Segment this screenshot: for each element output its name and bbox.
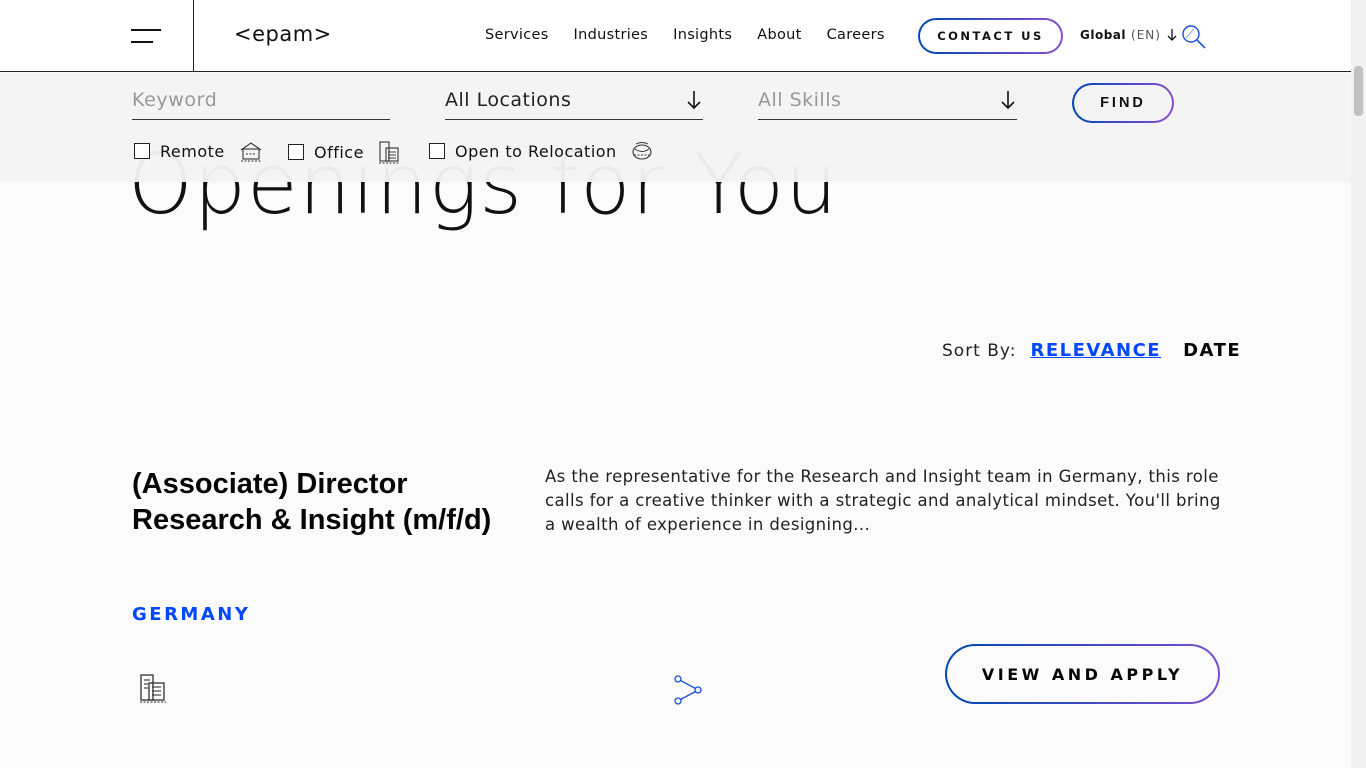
- remote-checkbox[interactable]: Remote: [134, 140, 263, 162]
- header-divider: [193, 0, 194, 72]
- location-select[interactable]: All Locations: [445, 77, 703, 120]
- sort-label: Sort By:: [942, 341, 1017, 361]
- relocation-checkbox-label: Open to Relocation: [455, 141, 617, 161]
- language-code: (EN): [1131, 28, 1161, 42]
- nav-insights[interactable]: Insights: [673, 27, 732, 43]
- search-icon[interactable]: [1181, 24, 1207, 50]
- language-region: Global: [1080, 28, 1127, 42]
- keyword-field[interactable]: [132, 77, 390, 120]
- sort-bar: Sort By: RELEVANCE DATE: [942, 340, 1241, 361]
- sort-relevance-link[interactable]: RELEVANCE: [1030, 340, 1161, 361]
- arrow-down-icon: [1001, 91, 1015, 110]
- scrollbar[interactable]: [1351, 0, 1366, 768]
- contact-us-button[interactable]: CONTACT US: [918, 18, 1063, 54]
- language-selector[interactable]: Global (EN): [1080, 28, 1178, 42]
- relocation-globe-icon: [632, 142, 652, 160]
- office-building-icon: [140, 674, 166, 703]
- skills-select[interactable]: All Skills: [758, 77, 1017, 120]
- nav-careers[interactable]: Careers: [827, 27, 885, 43]
- scrollbar-thumb[interactable]: [1354, 66, 1363, 116]
- office-checkbox-label: Office: [314, 142, 364, 162]
- location-select-value: All Locations: [445, 89, 572, 111]
- nav-services[interactable]: Services: [485, 27, 549, 43]
- chevron-down-icon: [1167, 29, 1177, 41]
- office-checkbox[interactable]: Office: [288, 140, 400, 164]
- hamburger-icon[interactable]: [131, 27, 163, 45]
- site-header: <epam> Services Industries Insights Abou…: [0, 0, 1351, 72]
- arrow-down-icon: [687, 91, 701, 110]
- remote-checkbox-box[interactable]: [134, 143, 150, 159]
- job-title[interactable]: (Associate) Director Research & Insight …: [132, 466, 492, 538]
- nav-about[interactable]: About: [757, 27, 801, 43]
- skills-select-value: All Skills: [758, 89, 842, 111]
- job-country: GERMANY: [132, 604, 251, 625]
- remote-house-icon: [240, 142, 262, 162]
- relocation-checkbox[interactable]: Open to Relocation: [429, 140, 653, 162]
- keyword-input[interactable]: [132, 77, 390, 111]
- share-icon[interactable]: [673, 675, 703, 705]
- sort-date-link[interactable]: DATE: [1183, 340, 1241, 361]
- find-button[interactable]: FIND: [1072, 83, 1174, 123]
- epam-logo[interactable]: <epam>: [234, 22, 332, 46]
- main-nav: Services Industries Insights About Caree…: [485, 27, 910, 43]
- remote-checkbox-label: Remote: [160, 141, 225, 161]
- job-search-filters: All Locations All Skills FIND Remote Off…: [0, 73, 1351, 182]
- job-description: As the representative for the Research a…: [545, 467, 1221, 534]
- office-checkbox-box[interactable]: [288, 144, 304, 160]
- nav-industries[interactable]: Industries: [574, 27, 649, 43]
- office-building-icon: [378, 141, 399, 164]
- view-and-apply-button[interactable]: VIEW AND APPLY: [945, 644, 1220, 704]
- relocation-checkbox-box[interactable]: [429, 143, 445, 159]
